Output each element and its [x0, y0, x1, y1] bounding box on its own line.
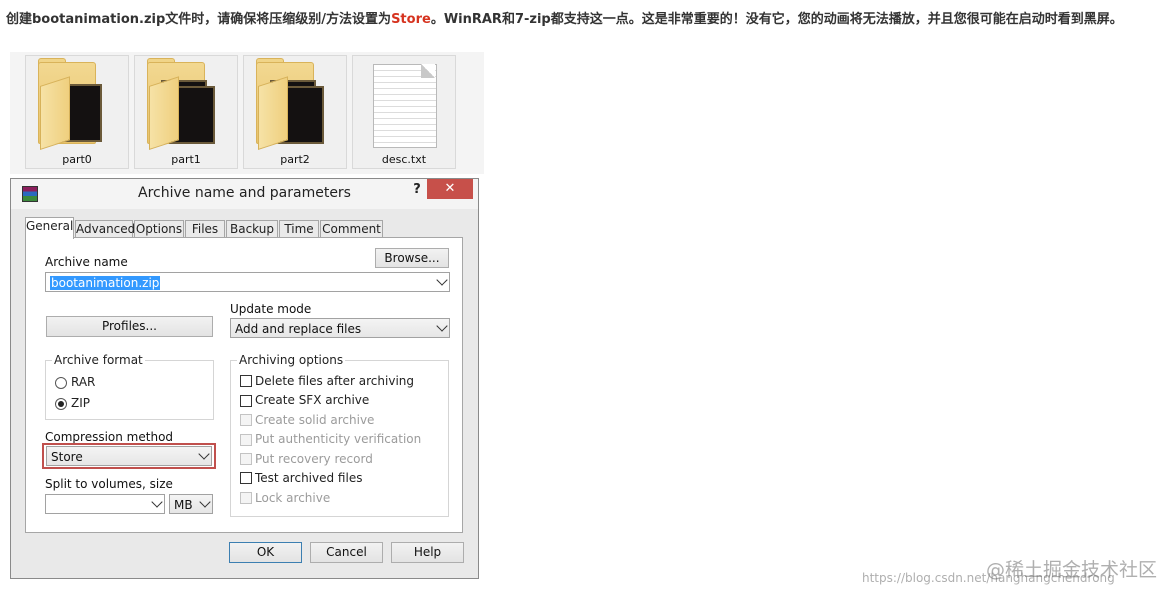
option-lock-archive: Lock archive [255, 491, 331, 505]
split-volumes-label: Split to volumes, size [45, 477, 173, 491]
checkbox-lock-archive [240, 492, 252, 504]
tab-backup[interactable]: Backup [226, 220, 278, 238]
tab-general[interactable]: General [25, 217, 74, 239]
tab-comment[interactable]: Comment [320, 220, 383, 238]
option-recovery-record: Put recovery record [255, 452, 373, 466]
profiles-button[interactable]: Profiles... [46, 316, 213, 337]
option-authenticity: Put authenticity verification [255, 432, 422, 446]
tab-options[interactable]: Options [134, 220, 184, 238]
chevron-down-icon[interactable] [198, 448, 210, 460]
archive-format-group: Archive format RAR ZIP [45, 353, 214, 420]
folder-part1[interactable]: part1 [134, 55, 238, 169]
watermark-brand: @稀土掘金技术社区 [986, 559, 1158, 581]
compression-method-value: Store [51, 450, 83, 464]
archive-format-label: Archive format [52, 353, 145, 367]
title-bar[interactable]: Archive name and parameters ? ✕ [11, 179, 478, 209]
tab-time[interactable]: Time [279, 220, 319, 238]
ok-button[interactable]: OK [229, 542, 302, 563]
chevron-down-icon[interactable] [436, 274, 448, 286]
option-create-sfx: Create SFX archive [255, 393, 370, 407]
chevron-down-icon[interactable] [151, 496, 163, 508]
archive-dialog: Archive name and parameters ? ✕ General … [10, 178, 479, 579]
file-name: desc.txt [381, 153, 427, 166]
checkbox-create-sfx[interactable] [240, 395, 252, 407]
archive-name-label: Archive name [45, 255, 128, 269]
archiving-options-label: Archiving options [237, 353, 346, 367]
update-mode-select[interactable]: Add and replace files [230, 318, 450, 338]
update-mode-value: Add and replace files [235, 322, 362, 336]
split-volumes-input[interactable] [45, 494, 165, 514]
tab-advanced[interactable]: Advanced [75, 220, 135, 238]
chevron-down-icon[interactable] [436, 320, 448, 332]
checkbox-solid-archive [240, 414, 252, 426]
option-solid-archive: Create solid archive [255, 413, 375, 427]
archive-name-value: bootanimation.zip [50, 276, 161, 290]
file-gallery: part0 part1 part2 desc.txt [10, 52, 484, 174]
tab-files[interactable]: Files [185, 220, 225, 238]
update-mode-label: Update mode [230, 302, 312, 316]
folder-part0[interactable]: part0 [25, 55, 129, 169]
file-name: part1 [171, 153, 201, 166]
help-icon[interactable]: ? [407, 182, 427, 200]
compression-method-select[interactable]: Store [46, 446, 212, 466]
option-test-files: Test archived files [255, 471, 363, 485]
checkbox-test-files[interactable] [240, 472, 252, 484]
archiving-options-group: Archiving options Delete files after arc… [230, 353, 449, 517]
instruction-text-after: 。WinRAR和7-zip都支持这一点。这是非常重要的！没有它，您的动画将无法播… [430, 12, 1123, 27]
archive-name-input[interactable]: bootanimation.zip [45, 272, 450, 292]
checkbox-authenticity [240, 434, 252, 446]
checkbox-delete-files[interactable] [240, 375, 252, 387]
chevron-down-icon[interactable] [199, 496, 211, 508]
instruction-text-before: 创建bootanimation.zip文件时，请确保将压缩级别/方法设置为 [6, 12, 392, 27]
split-unit-value: MB [174, 498, 193, 512]
radio-rar-label: RAR [71, 375, 96, 389]
radio-zip-label: ZIP [71, 396, 90, 410]
file-name: part0 [62, 153, 92, 166]
compression-method-label: Compression method [45, 430, 174, 444]
file-name: part2 [280, 153, 310, 166]
cancel-button[interactable]: Cancel [310, 542, 383, 563]
help-button[interactable]: Help [391, 542, 464, 563]
browse-button[interactable]: Browse... [375, 248, 449, 268]
instruction-highlight-store: Store [391, 12, 431, 27]
instruction-text: 创建bootanimation.zip文件时，请确保将压缩级别/方法设置为Sto… [6, 8, 1174, 27]
general-panel: Browse... Archive name bootanimation.zip… [25, 237, 463, 533]
close-button[interactable]: ✕ [427, 179, 473, 199]
option-delete-files: Delete files after archiving [255, 374, 415, 388]
radio-zip[interactable] [55, 398, 67, 410]
radio-rar[interactable] [55, 377, 67, 389]
folder-part2[interactable]: part2 [243, 55, 347, 169]
file-desc-txt[interactable]: desc.txt [352, 55, 456, 169]
checkbox-recovery-record [240, 453, 252, 465]
split-unit-select[interactable]: MB [169, 494, 213, 514]
